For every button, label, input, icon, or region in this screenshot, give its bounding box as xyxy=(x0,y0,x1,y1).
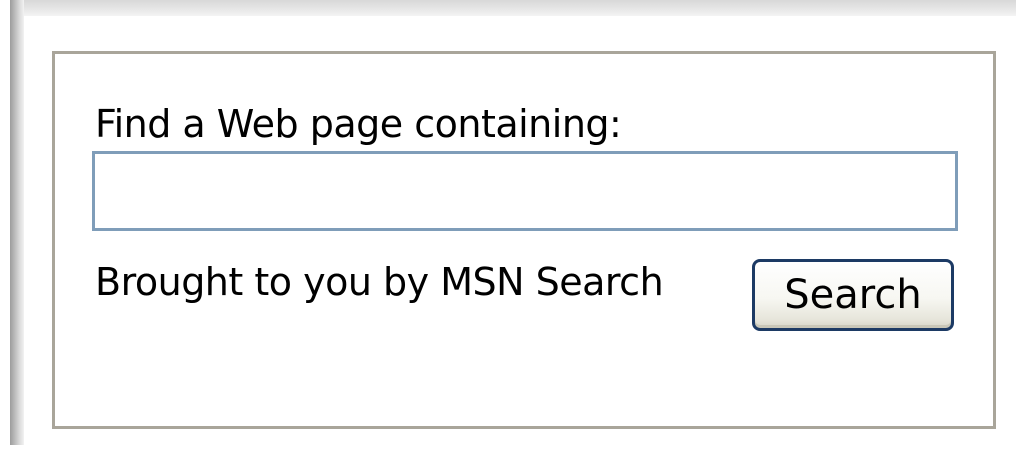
search-widget-screen: Find a Web page containing: Brought to y… xyxy=(0,0,1016,455)
search-panel: Find a Web page containing: Brought to y… xyxy=(52,51,996,429)
search-button[interactable]: Search xyxy=(752,259,954,331)
attribution-text: Brought to you by MSN Search xyxy=(95,260,664,304)
frame-shadow-top xyxy=(10,0,1016,16)
frame-shadow-left xyxy=(10,0,24,445)
search-input[interactable] xyxy=(92,151,958,231)
search-prompt-label: Find a Web page containing: xyxy=(95,102,622,146)
